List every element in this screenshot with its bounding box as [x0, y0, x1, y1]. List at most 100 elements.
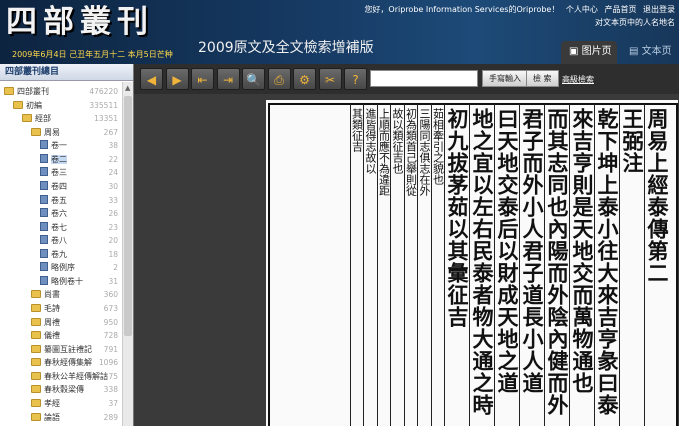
tree-item[interactable]: 尚書 360 [0, 288, 122, 302]
tree-item[interactable]: 卷三 24 [0, 166, 122, 180]
handwrite-input-button[interactable]: 手寫輸入 [482, 70, 528, 87]
text-column: 初為類首己舉則從 [404, 108, 418, 196]
folder-icon [31, 304, 41, 312]
text-column: 初九拔茅茹以其彙征吉 [445, 108, 470, 328]
folder-icon [31, 385, 41, 394]
tree-item-count: 31 [108, 276, 118, 286]
tree-item-label: 略例卷十 [51, 276, 83, 286]
tree-item-count: 575 [103, 371, 118, 381]
document-icon [40, 275, 48, 285]
tree-item[interactable]: 略例序 2 [0, 261, 122, 275]
first-page-icon[interactable]: ⇤ [191, 68, 214, 90]
folder-icon [31, 317, 41, 326]
user-greeting: 您好，Oriprobe Information Services的Oriprob… [364, 5, 560, 14]
tree-item-label: 卷八 [51, 236, 67, 246]
tree-item[interactable]: 春秋經傳集解 1096 [0, 356, 122, 370]
zoom-icon[interactable]: 🔍 [242, 68, 265, 90]
tree-item[interactable]: 卷二 22 [0, 153, 122, 167]
tree-item[interactable]: 儀禮 728 [0, 329, 122, 343]
text-column: 周易上經泰傳第二 [645, 108, 670, 284]
tree-item[interactable]: 卷六 26 [0, 207, 122, 221]
search-button[interactable]: 檢 索 [526, 70, 559, 87]
tree-item[interactable]: 經部 13351 [0, 112, 122, 126]
tree-item[interactable]: 卷一 38 [0, 139, 122, 153]
tree-item-label: 周易 [44, 127, 60, 137]
tree-item-count: 289 [103, 412, 118, 422]
catalog-sidebar: 四部叢刊總目 四部叢刊 476220 初編 335511 經部 13351 周易 267 卷一 3… [0, 64, 134, 426]
document-icon [40, 208, 48, 218]
text-column: 王弼注 [620, 108, 645, 174]
document-icon [40, 248, 48, 258]
tree-item-count: 18 [108, 249, 118, 259]
folder-icon [31, 290, 41, 299]
tree-item-label: 毛詩 [44, 304, 60, 313]
tree-item[interactable]: 四部叢刊 476220 [0, 85, 122, 99]
tree-item[interactable]: 初編 335511 [0, 99, 122, 113]
page-viewer: 周易上經泰傳第二 王弼注 乾下坤上泰小往大來吉亨彖曰泰 來吉亨則是天地交而萬物通也 而其… [134, 94, 679, 426]
document-icon [40, 194, 48, 204]
tab-text-page[interactable]: ▤ 文本页 [621, 41, 679, 64]
tree-item[interactable]: 春秋公羊經傳解詁 575 [0, 370, 122, 384]
text-column: 君子而外小人君子道長小人道 [520, 108, 545, 394]
text-column: 故以類征吉也 [391, 108, 404, 174]
tree-item-count: 338 [103, 385, 118, 395]
document-icon [40, 140, 48, 150]
tree-item[interactable]: 論語 289 [0, 411, 122, 425]
search-input[interactable] [370, 70, 478, 87]
tree-item[interactable]: 纂圖互註禮記 791 [0, 343, 122, 357]
tab-image-page-label: 图片页 [581, 46, 612, 57]
advanced-search-link[interactable]: 高級檢索 [562, 74, 594, 85]
scrollbar-thumb[interactable] [124, 96, 132, 336]
tree-item[interactable]: 孝經 37 [0, 397, 122, 411]
tree-item-label: 孝經 [44, 398, 60, 408]
tree-item-label: 纂圖互註禮記 [44, 344, 92, 354]
folder-icon [31, 371, 41, 380]
tree-item[interactable]: 周禮 950 [0, 316, 122, 330]
next-arrow-icon[interactable]: ▶ [165, 68, 189, 90]
tree-item[interactable]: 毛詩 673 [0, 302, 122, 316]
previous-arrow-icon[interactable]: ◀ [140, 68, 163, 90]
logout-link[interactable]: 退出登录 [643, 5, 675, 14]
tree-item[interactable]: 卷七 23 [0, 221, 122, 235]
tree-item-count: 37 [108, 398, 118, 408]
print-icon[interactable]: ⎙ [267, 68, 291, 90]
text-column: 來吉亨則是天地交而萬物通也 [570, 108, 595, 394]
tree-item-count: 335511 [89, 100, 118, 110]
text-column: 地之宜以左右民泰者物大通之時 [470, 108, 495, 416]
text-column: 上順而應不為違距 [377, 108, 391, 196]
scanned-page-image: 周易上經泰傳第二 王弼注 乾下坤上泰小往大來吉亨彖曰泰 來吉亨則是天地交而萬物通也 而其… [266, 100, 678, 426]
tree-item[interactable]: 卷九 18 [0, 248, 122, 262]
document-icon [40, 262, 48, 272]
tab-text-page-label: 文本页 [641, 46, 672, 57]
tab-image-page[interactable]: ▣ 图片页 [561, 41, 617, 64]
product-home-link[interactable]: 产品首页 [604, 5, 636, 14]
catalog-tree: 四部叢刊 476220 初編 335511 經部 13351 周易 267 卷一 38 卷二 22 卷三… [0, 85, 122, 424]
tree-item-count: 24 [108, 168, 118, 178]
document-icon [40, 167, 48, 177]
tree-item-label: 卷二 [51, 154, 67, 164]
tree-item-count: 22 [108, 154, 118, 164]
settings-icon[interactable]: ⚙ [293, 68, 316, 90]
help-icon[interactable]: ? [344, 68, 367, 90]
tools-icon[interactable]: ✂ [318, 68, 342, 90]
folder-icon [22, 114, 32, 123]
scroll-up-icon[interactable]: ▲ [125, 84, 130, 92]
tree-item-count: 791 [103, 344, 118, 354]
tree-item[interactable]: 卷四 30 [0, 180, 122, 194]
tree-item-label: 經部 [35, 114, 51, 124]
site-logo[interactable]: 四部叢刊 [6, 4, 154, 40]
tree-item-label: 卷四 [51, 181, 67, 191]
sidebar-scrollbar[interactable]: ▲ [122, 82, 133, 426]
tree-item[interactable]: 周易 267 [0, 126, 122, 140]
tree-item-count: 33 [108, 195, 118, 205]
tree-item[interactable]: 春秋穀梁傳 338 [0, 383, 122, 397]
last-page-icon[interactable]: ⇥ [216, 68, 240, 90]
tree-item-label: 尚書 [44, 290, 60, 300]
tree-item[interactable]: 卷八 20 [0, 234, 122, 248]
image-page-icon: ▣ [569, 46, 582, 57]
tree-item[interactable]: 略例卷十 31 [0, 275, 122, 289]
personal-center-link[interactable]: 个人中心 [566, 5, 598, 14]
tree-item[interactable]: 卷五 33 [0, 194, 122, 208]
folder-icon [13, 100, 23, 109]
document-icon [40, 153, 48, 163]
